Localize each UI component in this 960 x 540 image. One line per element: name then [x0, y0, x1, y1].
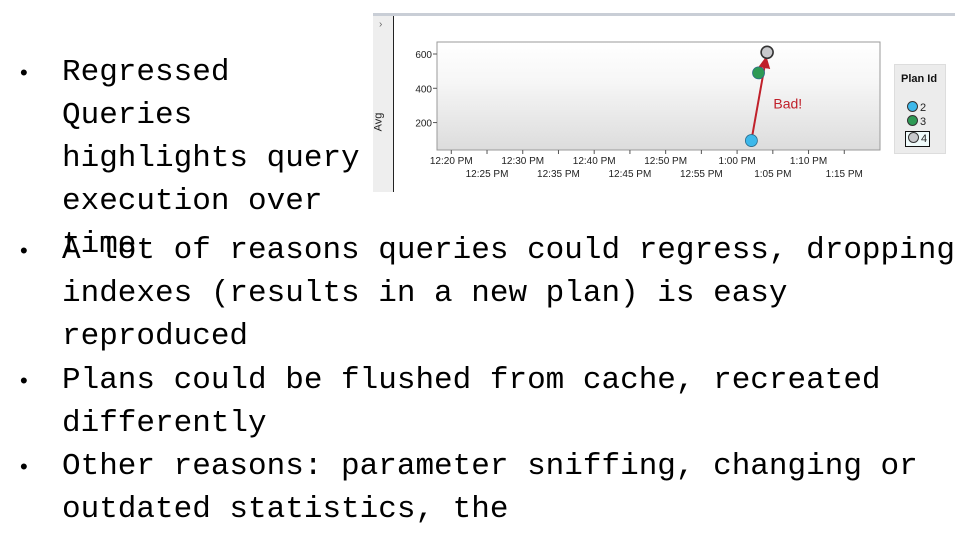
legend-label: 3 [920, 116, 927, 128]
y-axis: 200 400 600 [415, 50, 437, 130]
x-tick-label: 1:15 PM [826, 169, 863, 180]
x-tick-label: 12:20 PM [430, 156, 473, 167]
bullet-dot: • [20, 454, 28, 479]
x-tick-label: 12:40 PM [573, 156, 616, 167]
bullet-dot: • [20, 238, 28, 263]
legend-label: 4 [921, 133, 928, 145]
x-tick-label: 1:10 PM [790, 156, 827, 167]
x-tick-label: 12:35 PM [537, 169, 580, 180]
bullet-text: Other reasons: parameter sniffing, chang… [62, 449, 937, 527]
x-tick-label: 12:45 PM [609, 169, 652, 180]
x-tick-label: 1:00 PM [718, 156, 755, 167]
legend-item-plan-3[interactable]: 3 [907, 115, 926, 129]
data-point-plan-2[interactable] [744, 134, 758, 147]
data-point-plan-3[interactable] [752, 66, 765, 80]
x-tick-label: 1:05 PM [754, 169, 791, 180]
annotation-label: Bad! [773, 95, 802, 111]
x-tick-label: 12:50 PM [644, 156, 687, 167]
legend: Plan Id 2 3 4 [894, 64, 946, 154]
x-tick-label: 12:30 PM [501, 156, 544, 167]
x-tick-label: 12:25 PM [466, 169, 509, 180]
legend-label: 2 [920, 102, 927, 114]
x-tick-label: 12:55 PM [680, 169, 723, 180]
y-tick-label: 600 [415, 50, 432, 61]
scatter-chart: 200 400 600 12:20 PM 12:30 PM 12:40 PM 12:50 … [415, 41, 881, 180]
legend-item-plan-4[interactable]: 4 [905, 131, 931, 147]
plan-4-swatch-icon [908, 132, 919, 143]
plan-2-swatch-icon [907, 101, 918, 112]
x-axis: 12:20 PM 12:30 PM 12:40 PM 12:50 PM 1:00 PM 1… [430, 150, 863, 180]
bullet-text: Plans could be flushed from cache, recre… [62, 363, 900, 441]
legend-title: Plan Id [901, 73, 938, 85]
plan-3-swatch-icon [907, 115, 918, 126]
data-point-plan-4[interactable] [760, 45, 774, 60]
bullet-dot: • [20, 368, 28, 393]
bullet-text: A lot of reasons queries could regress, … [62, 233, 955, 354]
plot-area [436, 41, 881, 151]
y-tick-label: 400 [415, 84, 432, 95]
legend-item-plan-2[interactable]: 2 [907, 101, 926, 115]
y-tick-label: 200 [415, 119, 432, 130]
bullet-dot: • [20, 60, 28, 85]
